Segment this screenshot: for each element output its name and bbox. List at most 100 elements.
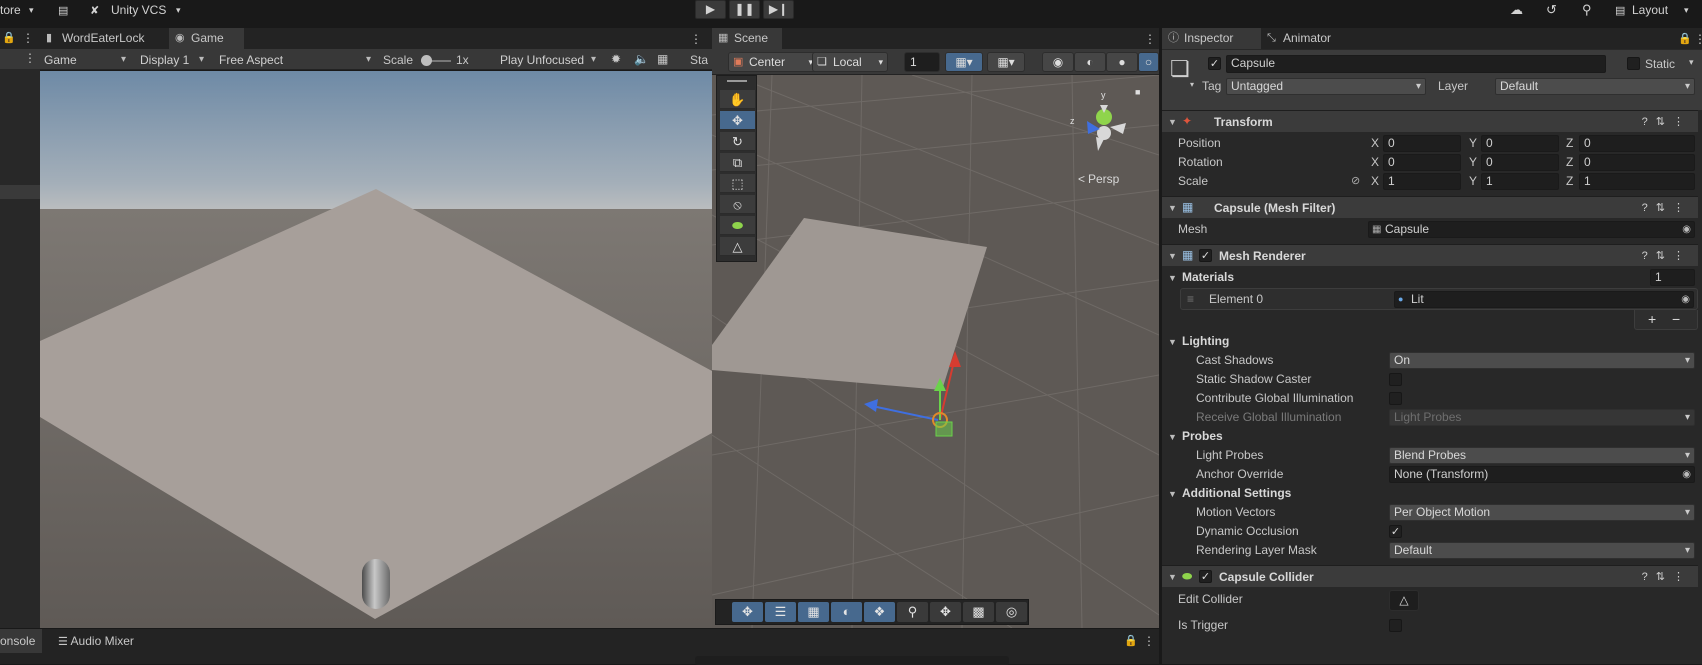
shaded-wireframe-button[interactable]: ◐: [1074, 52, 1106, 72]
scene-more-icon[interactable]: ⋮: [1144, 32, 1156, 46]
plane-handle[interactable]: [935, 421, 953, 437]
materials-size-field[interactable]: 1: [1650, 269, 1695, 286]
move-tool-button[interactable]: ✥: [720, 111, 755, 130]
mesh-filter-header[interactable]: ▼ ▦ Capsule (Mesh Filter) ?⇅⋮: [1162, 196, 1698, 218]
cloud-drive-icon[interactable]: ▤: [58, 4, 68, 17]
pivot-dropdown[interactable]: Center ▣ ▾: [728, 52, 818, 72]
position-z-field[interactable]: 0: [1579, 135, 1695, 152]
rendering-layer-dropdown[interactable]: Default: [1389, 542, 1695, 559]
hierarchy-more-icon[interactable]: ⋮: [24, 51, 36, 65]
overlay-search-button[interactable]: ⚲: [897, 602, 928, 622]
hierarchy-selected-row[interactable]: [0, 185, 40, 199]
step-button[interactable]: ▶❙: [763, 0, 794, 19]
contribute-gi-checkbox[interactable]: [1389, 392, 1402, 405]
edit-collider-button[interactable]: △: [1389, 590, 1419, 611]
drag-handle-icon[interactable]: ≡: [1187, 292, 1194, 306]
aspect-dropdown[interactable]: Free Aspect: [215, 51, 375, 69]
object-picker-icon[interactable]: ◉: [1682, 222, 1691, 237]
vcs-chevron-icon[interactable]: ▾: [176, 5, 181, 16]
dynamic-occlusion-checkbox[interactable]: ✓: [1389, 525, 1402, 538]
shaded-button[interactable]: ●: [1106, 52, 1138, 72]
rotation-x-field[interactable]: 0: [1383, 154, 1461, 171]
more-icon[interactable]: ⋮: [1143, 634, 1155, 648]
tab-wordeaterlock[interactable]: ▮ WordEaterLock: [40, 28, 169, 49]
tab-audio-mixer[interactable]: ☰ Audio Mixer: [58, 629, 134, 653]
grid-snap-toggle[interactable]: ▦▾: [945, 52, 983, 72]
is-trigger-checkbox[interactable]: [1389, 619, 1402, 632]
bug-icon[interactable]: ✹: [611, 52, 621, 66]
scale-tool-button[interactable]: ⧉: [720, 153, 755, 172]
tab-game[interactable]: ◉ Game: [169, 28, 244, 49]
expand-icon[interactable]: ▼: [1168, 337, 1177, 347]
active-checkbox[interactable]: ✓: [1208, 57, 1221, 70]
component-menu-icons[interactable]: ?⇅⋮: [1642, 570, 1692, 583]
remove-element-button[interactable]: −: [1672, 311, 1680, 327]
tab-console[interactable]: onsole: [0, 629, 42, 653]
branch-icon[interactable]: ✘: [90, 4, 99, 17]
layout-menu[interactable]: Layout: [1632, 3, 1668, 17]
tab-inspector[interactable]: ⓘ Inspector: [1162, 28, 1261, 49]
store-chevron-icon[interactable]: ▾: [29, 5, 34, 16]
expand-icon[interactable]: ▼: [1168, 273, 1177, 283]
scale-x-field[interactable]: 1: [1383, 173, 1461, 190]
grid-size-field[interactable]: 1: [904, 52, 940, 72]
rotate-tool-button[interactable]: ↻: [720, 132, 755, 151]
history-icon[interactable]: ↺: [1546, 2, 1557, 18]
keyboard-icon[interactable]: ▦: [657, 52, 668, 66]
overlay-shading-button[interactable]: ◐: [831, 602, 862, 622]
layer-dropdown[interactable]: Default: [1495, 78, 1695, 95]
position-x-field[interactable]: 0: [1383, 135, 1461, 152]
motion-vectors-dropdown[interactable]: Per Object Motion: [1389, 504, 1695, 521]
collider-tool-button[interactable]: ⬬: [720, 216, 755, 235]
space-dropdown[interactable]: Local ❏ ▾: [812, 52, 888, 72]
mesh-object-field[interactable]: ▦ Capsule ◉: [1368, 221, 1695, 238]
overlay-camera-button[interactable]: ▩: [963, 602, 994, 622]
add-element-button[interactable]: +: [1648, 311, 1656, 327]
overlay-layers-button[interactable]: ❖: [864, 602, 895, 622]
more-icon[interactable]: ⋮: [22, 31, 34, 45]
drag-handle[interactable]: [727, 80, 747, 82]
rotation-y-field[interactable]: 0: [1481, 154, 1559, 171]
object-name-input[interactable]: Capsule: [1226, 55, 1606, 73]
cloud-icon[interactable]: ☁: [1510, 2, 1523, 18]
pause-button[interactable]: ❚❚: [729, 0, 760, 19]
store-menu[interactable]: tore: [0, 3, 21, 17]
game-mode-dropdown[interactable]: Game: [40, 51, 130, 69]
position-y-field[interactable]: 0: [1481, 135, 1559, 152]
constrain-link-icon[interactable]: ⊘: [1351, 174, 1360, 187]
collapse-icon[interactable]: ▼: [1168, 203, 1177, 213]
anchor-override-field[interactable]: None (Transform) ◉: [1389, 466, 1695, 483]
cast-shadows-dropdown[interactable]: On: [1389, 352, 1695, 369]
mesh-renderer-enabled-checkbox[interactable]: ✓: [1199, 249, 1212, 262]
tab-scene[interactable]: ▦ Scene: [712, 28, 782, 49]
object-picker-icon[interactable]: ◉: [1682, 467, 1691, 482]
additional-settings-foldout[interactable]: ▼ Additional Settings: [1162, 484, 1698, 503]
gizmo-lock-icon[interactable]: ■: [1135, 87, 1140, 97]
tab-animator[interactable]: ⤡ Animator: [1261, 28, 1351, 49]
game-view[interactable]: [40, 71, 712, 628]
collapse-icon[interactable]: ▼: [1168, 117, 1177, 127]
collapse-icon[interactable]: ▼: [1168, 572, 1177, 582]
audio-icon[interactable]: 🔈: [634, 52, 649, 66]
hand-tool-button[interactable]: ✋: [720, 90, 755, 109]
expand-icon[interactable]: ▼: [1168, 432, 1177, 442]
static-shadow-checkbox[interactable]: [1389, 373, 1402, 386]
overlay-compass-button[interactable]: ◎: [996, 602, 1027, 622]
component-menu-icons[interactable]: ?⇅⋮: [1642, 115, 1692, 128]
stats-button[interactable]: Sta: [690, 53, 708, 67]
scene-view[interactable]: y z ■ < Persp ✋ ✥ ↻ ⧉ ⬚ ⦸ ⬬ △ ✥ ☰ ▦ ◐ ❖ …: [712, 75, 1159, 628]
tag-dropdown[interactable]: Untagged: [1226, 78, 1426, 95]
rotation-z-field[interactable]: 0: [1579, 154, 1695, 171]
light-probes-dropdown[interactable]: Blend Probes: [1389, 447, 1695, 464]
scale-slider-thumb[interactable]: [421, 55, 432, 66]
materials-row[interactable]: ▼ Materials 1: [1162, 268, 1698, 287]
object-picker-icon[interactable]: ◉: [1681, 292, 1690, 307]
layers-icon[interactable]: ▤: [1615, 4, 1625, 17]
lock-icon[interactable]: 🔒: [1678, 32, 1692, 45]
mesh-renderer-header[interactable]: ▼ ▦ ✓ Mesh Renderer ?⇅⋮: [1162, 244, 1698, 266]
component-menu-icons[interactable]: ?⇅⋮: [1642, 249, 1692, 262]
play-button[interactable]: ▶: [695, 0, 726, 19]
overlay-grid-button[interactable]: ▦: [798, 602, 829, 622]
scale-z-field[interactable]: 1: [1579, 173, 1695, 190]
component-menu-icons[interactable]: ?⇅⋮: [1642, 201, 1692, 214]
